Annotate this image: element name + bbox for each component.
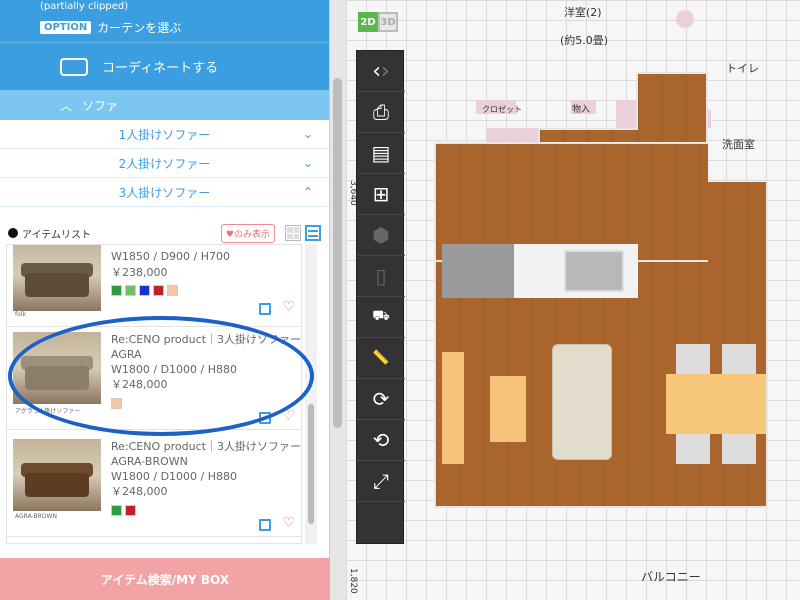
toilet-label: トイレ [726, 62, 759, 75]
document-icon[interactable]: ▯ [357, 256, 405, 297]
curtain-option-row[interactable]: OPTION カーテンを選ぶ [0, 12, 329, 42]
side-cabinet[interactable] [442, 352, 464, 464]
highlight-annotation [8, 316, 314, 436]
item-price: ￥238,000 [111, 266, 168, 279]
swatch[interactable] [139, 285, 150, 296]
closet-label: クロゼット [482, 105, 522, 114]
list-item[interactable]: AGRA-BROWN Re:CENO product｜3人掛けソファー AGRA… [7, 435, 301, 537]
sink[interactable] [564, 250, 624, 292]
undo-redo-arrows-icon[interactable]: ‹ › [357, 51, 405, 92]
dining-table[interactable] [666, 374, 766, 434]
floorplan-canvas[interactable]: 洋室(2) (約5.0畳) トイレ 洗面室 クロゼット 物入 バルコニー 1,8… [346, 0, 800, 600]
tool-palette: ‹ › ⎙ ▤ ⊞ ⬢ ▯ ⛟ 📏 ⟳ ⟲ ⤢ [356, 50, 405, 544]
item-size: W1800 / D1000 / H880 [111, 470, 238, 483]
subcategory-label: 1人掛けソファー [118, 127, 211, 142]
dining-chair[interactable] [722, 432, 756, 464]
product-thumbnail [13, 245, 101, 311]
dining-chair[interactable] [676, 432, 710, 464]
coordinate-panel: (partially clipped) OPTION カーテンを選ぶ コーディネ… [0, 0, 330, 600]
shape-icon[interactable]: ⬢ [357, 215, 405, 256]
item-brand-line: Re:CENO product｜3人掛けソファー [111, 440, 301, 453]
stove[interactable] [442, 244, 514, 298]
subcategory-label: 3人掛けソファー [118, 185, 211, 200]
swatch[interactable] [153, 285, 164, 296]
dining-chair[interactable] [676, 344, 710, 376]
view-mode-toggle: 2D 3D [358, 12, 398, 32]
category-sofa-label: ソファ [82, 98, 119, 113]
dimension-label: 1,820 [348, 568, 358, 594]
item-search-mybox-button[interactable]: アイテム検索/MY BOX [0, 558, 330, 600]
fixture-marker [676, 10, 694, 28]
camera-icon[interactable]: ⎙ [357, 92, 405, 133]
heart-icon[interactable]: ♡ [282, 515, 295, 531]
chevron-up-icon: ︿ [60, 98, 73, 113]
balcony-label: バルコニー [641, 570, 701, 584]
room-size-label: (約5.0畳) [560, 34, 609, 47]
list-item[interactable]: folk W1850 / D900 / H700 ￥238,000 ♡ [7, 245, 301, 327]
storage-label: 物入 [572, 105, 591, 115]
subcategory-3-seat[interactable]: 3人掛けソファー ⌃ [0, 178, 329, 207]
swatch[interactable] [111, 285, 122, 296]
grid-view-icon[interactable] [285, 225, 301, 241]
swatch[interactable] [111, 505, 122, 516]
clipped-top-row[interactable]: (partially clipped) [0, 0, 329, 12]
external-link-icon[interactable] [259, 303, 271, 315]
mode-3d-button[interactable]: 3D [378, 12, 398, 32]
room-label: 洋室(2) [564, 6, 602, 19]
coordinate-button[interactable]: コーディネートする [0, 42, 329, 90]
option-badge: OPTION [40, 20, 92, 34]
ruler-rotate-icon[interactable]: ⟳ [357, 379, 405, 420]
color-swatches [111, 505, 136, 516]
thumbnail-caption: folk [15, 311, 26, 318]
mode-2d-button[interactable]: 2D [358, 12, 378, 32]
list-view-icon[interactable] [305, 225, 321, 241]
bullet-icon [8, 228, 18, 238]
subcategory-label: 2人掛けソファー [118, 156, 211, 171]
coordinate-label: コーディネートする [102, 61, 219, 76]
ruler-on-icon[interactable]: 📏 [357, 338, 405, 379]
swatch[interactable] [167, 285, 178, 296]
sofa[interactable] [552, 344, 612, 460]
camera-rotate-icon[interactable]: ⟲ [357, 420, 405, 461]
subcategory-2-seat[interactable]: 2人掛けソファー ⌄ [0, 149, 329, 178]
item-size: W1850 / D900 / H700 [111, 250, 231, 263]
dining-chair[interactable] [722, 344, 756, 376]
window-grid-icon[interactable]: ⊞ [357, 174, 405, 215]
chevron-up-icon: ⌃ [302, 185, 313, 199]
heart-icon[interactable]: ♡ [282, 299, 295, 315]
category-sofa-header[interactable]: ︿ ソファ [0, 90, 329, 120]
panel-scrollbar[interactable] [330, 0, 346, 600]
coffee-table[interactable] [490, 376, 526, 442]
print-icon[interactable]: ▤ [357, 133, 405, 174]
stamp-icon[interactable]: ⛟ [357, 297, 405, 338]
fit-screen-icon[interactable]: ⤢ [357, 461, 405, 502]
sofa-icon [60, 57, 88, 76]
favorites-only-button[interactable]: ♥のみ表示 [220, 223, 275, 243]
swatch[interactable] [125, 505, 136, 516]
swatch[interactable] [125, 285, 136, 296]
chevron-down-icon: ⌄ [302, 156, 313, 170]
product-thumbnail [13, 439, 101, 511]
subcategory-1-seat[interactable]: 1人掛けソファー ⌄ [0, 120, 329, 149]
clipped-top-label: (partially clipped) [40, 1, 129, 12]
external-link-icon[interactable] [259, 519, 271, 531]
thumbnail-caption: AGRA-BROWN [15, 513, 57, 520]
color-swatches [111, 285, 178, 296]
item-name: AGRA-BROWN [111, 455, 188, 468]
item-price: ￥248,000 [111, 485, 168, 498]
curtain-option-label: カーテンを選ぶ [97, 20, 182, 35]
item-list-title: アイテムリスト [22, 229, 91, 241]
chevron-down-icon: ⌄ [302, 127, 313, 141]
washroom-label: 洗面室 [722, 138, 755, 151]
